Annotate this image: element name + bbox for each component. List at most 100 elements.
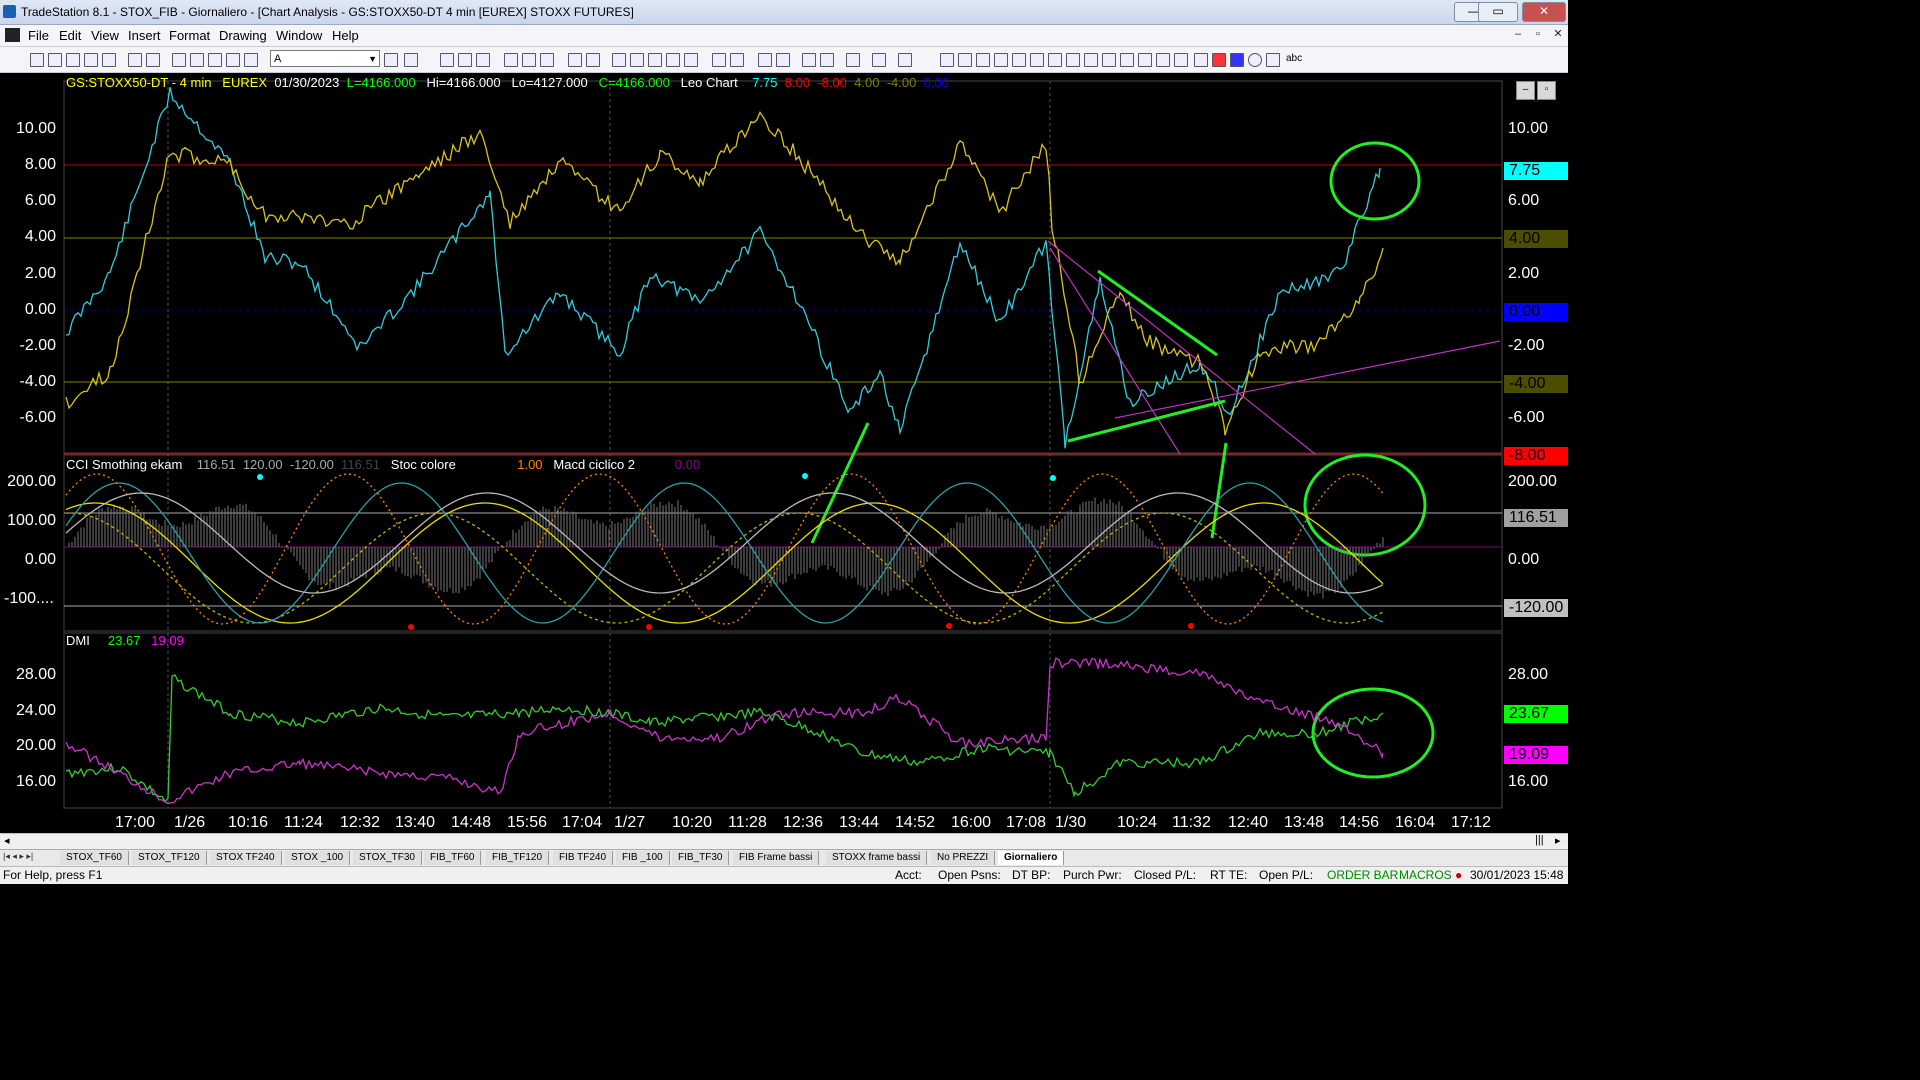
notes-icon[interactable]	[898, 53, 912, 67]
font-select[interactable]: A ▼	[270, 50, 380, 67]
line-chart-icon[interactable]	[630, 53, 644, 67]
zoom-in-icon[interactable]	[758, 53, 772, 67]
print-icon[interactable]	[128, 53, 142, 67]
horizontal-scrollbar[interactable]: ◂ ||| ▸	[0, 833, 1568, 849]
insert-study-icon[interactable]	[504, 53, 518, 67]
y-tick-label: 24.00	[15, 702, 56, 719]
lock-icon[interactable]	[226, 53, 240, 67]
tab-stoxx-frame-bassi[interactable]: STOXX frame bassi	[826, 851, 928, 865]
menu-file[interactable]: File	[28, 28, 49, 43]
tab-no-prezzi[interactable]: No PREZZI	[931, 851, 996, 865]
copy-icon[interactable]	[190, 53, 204, 67]
tab-fib-tf120[interactable]: FIB_TF120	[486, 851, 550, 865]
tab-fib-100[interactable]: FIB _100	[616, 851, 670, 865]
tools-icon[interactable]	[846, 53, 860, 67]
y-tick-label: 2.00	[24, 265, 56, 282]
pane-minimize-button[interactable]: –	[1516, 81, 1535, 100]
up-arrow-icon[interactable]	[1230, 53, 1244, 67]
format-studies-icon[interactable]	[476, 53, 490, 67]
hline-icon[interactable]	[958, 53, 972, 67]
format-window-icon[interactable]	[440, 53, 454, 67]
tab-stox-tf60[interactable]: STOX_TF60	[60, 851, 129, 865]
fib-icon[interactable]	[1012, 53, 1026, 67]
pane-restore-button[interactable]: ▫	[1537, 81, 1556, 100]
curve-icon[interactable]	[1194, 53, 1208, 67]
tab-stox-100[interactable]: STOX _100	[285, 851, 351, 865]
scroll-left-icon[interactable]	[730, 53, 744, 67]
chart-area[interactable]: GS:STOXX50-DT - 4 min EUREX 01/30/2023 L…	[0, 73, 1568, 833]
tab-fib-frame-bassi[interactable]: FIB Frame bassi	[733, 851, 820, 865]
menu-insert[interactable]: Insert	[128, 28, 161, 43]
mdi-restore-icon[interactable]: ▫	[1530, 28, 1546, 42]
vline-icon[interactable]	[976, 53, 990, 67]
mdi-close-icon[interactable]: ✕	[1550, 28, 1566, 42]
chart-canvas[interactable]	[0, 73, 1568, 833]
fan-icon[interactable]	[1156, 53, 1170, 67]
order-bar-button[interactable]: ORDER BAR	[1327, 868, 1398, 882]
scroll-right-icon[interactable]: ▸	[1555, 834, 1561, 847]
down-arrow-icon[interactable]	[1212, 53, 1226, 67]
tab-fib-tf60[interactable]: FIB_TF60	[424, 851, 482, 865]
regression-icon[interactable]	[1084, 53, 1098, 67]
new-icon[interactable]	[30, 53, 44, 67]
help-text: For Help, press F1	[3, 868, 103, 882]
play-icon[interactable]	[384, 53, 398, 67]
rectangle-icon[interactable]	[1266, 53, 1280, 67]
alert-icon[interactable]	[872, 53, 886, 67]
tab-stox-tf30[interactable]: STOX_TF30	[353, 851, 422, 865]
candle-icon[interactable]	[648, 53, 662, 67]
bar-chart-icon[interactable]	[612, 53, 626, 67]
cci-value-3: -120.00	[289, 457, 334, 472]
zoom-out-icon[interactable]	[776, 53, 790, 67]
gann-icon[interactable]	[1030, 53, 1044, 67]
menu-drawing[interactable]: Drawing	[219, 28, 267, 43]
paint-icon[interactable]	[244, 53, 258, 67]
insert-indicator-icon[interactable]	[522, 53, 536, 67]
data-window-icon[interactable]	[568, 53, 582, 67]
arc-icon[interactable]	[1138, 53, 1152, 67]
find-icon[interactable]	[404, 53, 418, 67]
save-all-icon[interactable]	[84, 53, 98, 67]
ohlc-icon[interactable]	[666, 53, 680, 67]
pencil-icon[interactable]	[1174, 53, 1188, 67]
tab-stox-tf120[interactable]: STOX_TF120	[132, 851, 207, 865]
format-symbol-icon[interactable]	[458, 53, 472, 67]
restore-button[interactable]: ▭	[1478, 2, 1518, 22]
menu-format[interactable]: Format	[169, 28, 210, 43]
folder-icon[interactable]	[102, 53, 116, 67]
macros-button[interactable]: MACROS	[1399, 868, 1452, 882]
mdi-minimize-icon[interactable]: –	[1510, 28, 1526, 42]
pointer-icon[interactable]	[802, 53, 816, 67]
pf-icon[interactable]	[684, 53, 698, 67]
tab-fib-tf30[interactable]: FIB_TF30	[672, 851, 730, 865]
menu-view[interactable]: View	[91, 28, 119, 43]
trendline-icon[interactable]	[940, 53, 954, 67]
spacing-icon[interactable]	[712, 53, 726, 67]
channel-icon[interactable]	[994, 53, 1008, 67]
cut-icon[interactable]	[172, 53, 186, 67]
link-icon[interactable]	[586, 53, 600, 67]
tab-stox-tf240[interactable]: STOX TF240	[210, 851, 282, 865]
close-button[interactable]: ✕	[1522, 2, 1566, 22]
scroll-left-icon[interactable]: ◂	[4, 834, 10, 847]
ellipse-icon[interactable]	[1248, 53, 1262, 67]
save-icon[interactable]	[66, 53, 80, 67]
parallel-icon[interactable]	[1120, 53, 1134, 67]
open-icon[interactable]	[48, 53, 62, 67]
menu-edit[interactable]: Edit	[59, 28, 81, 43]
tab-giornaliero[interactable]: Giornaliero	[998, 851, 1065, 865]
menu-window[interactable]: Window	[276, 28, 322, 43]
print-preview-icon[interactable]	[146, 53, 160, 67]
insert-strategy-icon[interactable]	[540, 53, 554, 67]
crosshair-icon[interactable]	[820, 53, 834, 67]
x-tick-label: 12:36	[783, 814, 824, 831]
andrews-icon[interactable]	[1066, 53, 1080, 67]
paste-icon[interactable]	[208, 53, 222, 67]
menu-help[interactable]: Help	[332, 28, 359, 43]
text-tool-icon[interactable]: abc	[1286, 53, 1302, 64]
tab-nav-icon[interactable]: |◂ ◂ ▸ ▸|	[3, 851, 33, 862]
arrow-icon[interactable]	[1102, 53, 1116, 67]
speed-lines-icon[interactable]	[1048, 53, 1062, 67]
tab-fib-tf240[interactable]: FIB TF240	[553, 851, 614, 865]
scroll-thumb-icon[interactable]: |||	[1535, 834, 1544, 846]
